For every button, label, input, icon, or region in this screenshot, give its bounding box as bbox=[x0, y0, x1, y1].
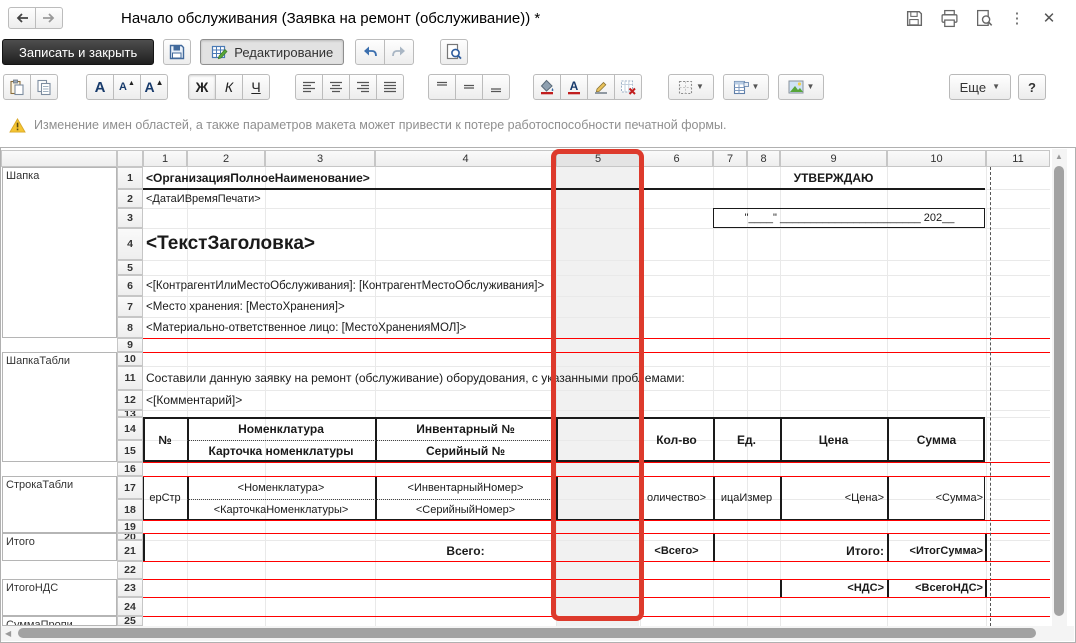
page-break-line bbox=[990, 167, 991, 626]
cell-serial[interactable]: <СерийныйНомер> bbox=[376, 499, 555, 520]
scroll-left-arrow[interactable]: ◀ bbox=[5, 629, 11, 638]
hdr-sum[interactable]: Сумма bbox=[888, 417, 985, 462]
row-header-5[interactable]: 5 bbox=[117, 260, 143, 275]
column-header-9[interactable]: 9 bbox=[780, 150, 887, 167]
section-label-3[interactable]: СтрокаТабли bbox=[2, 476, 117, 533]
row-header-22[interactable]: 22 bbox=[117, 561, 143, 579]
counterparty-line[interactable]: <[КонтрагентИлиМестоОбслуживания]: [Конт… bbox=[144, 275, 779, 296]
black-border-line bbox=[985, 533, 987, 561]
row-header-4[interactable]: 4 bbox=[117, 228, 143, 260]
org-name[interactable]: <ОрганизацияПолноеНаименование> bbox=[144, 167, 779, 189]
cell-nomenclature[interactable]: <Номенклатура> bbox=[188, 476, 374, 499]
vertical-scrollbar[interactable]: ▲ bbox=[1052, 149, 1067, 626]
cell-card[interactable]: <КарточкаНоменклатуры> bbox=[188, 499, 374, 520]
black-border-line bbox=[713, 533, 715, 561]
column-header-2[interactable]: 2 bbox=[187, 150, 265, 167]
hdr-qty[interactable]: Кол-во bbox=[641, 417, 712, 462]
cell-inventory[interactable]: <ИнвентарныйНомер> bbox=[376, 476, 555, 499]
cell-sum[interactable]: <Сумма> bbox=[888, 476, 985, 520]
hdr-serial[interactable]: Серийный № bbox=[376, 440, 555, 462]
grand-total-sum[interactable]: <ИтогСумма> bbox=[888, 540, 985, 561]
section-label-1[interactable]: Шапка bbox=[2, 167, 117, 338]
cell-qty-clipped[interactable]: оличество> bbox=[641, 476, 712, 520]
grid-line bbox=[747, 167, 748, 626]
spreadsheet-area: 1234567891011123456789101112131415161718… bbox=[0, 0, 1076, 643]
responsible-line[interactable]: <Материально-ответственное лицо: [МестоХ… bbox=[144, 317, 779, 338]
row-header-3[interactable]: 3 bbox=[117, 208, 143, 228]
grand-total-label[interactable]: Итого: bbox=[781, 540, 886, 561]
hdr-card[interactable]: Карточка номенклатуры bbox=[188, 440, 374, 462]
row-header-23[interactable]: 23 bbox=[117, 579, 143, 597]
total-label[interactable]: Всего: bbox=[376, 540, 555, 561]
hdr-unit[interactable]: Ед. bbox=[714, 417, 779, 462]
row-header-7[interactable]: 7 bbox=[117, 296, 143, 317]
column-header-6[interactable]: 6 bbox=[640, 150, 713, 167]
row-header-13[interactable]: 13 bbox=[117, 410, 143, 417]
row-header-25[interactable]: 25 bbox=[117, 616, 143, 626]
row-header-12[interactable]: 12 bbox=[117, 390, 143, 410]
row-header-18[interactable]: 18 bbox=[117, 499, 143, 520]
cell-price[interactable]: <Цена> bbox=[781, 476, 886, 520]
black-border-line bbox=[143, 533, 145, 561]
total-qty[interactable]: <Всего> bbox=[641, 540, 712, 561]
sheet-corner[interactable] bbox=[117, 150, 143, 167]
vat-cell[interactable]: <НДС> bbox=[781, 579, 886, 597]
hdr-number[interactable]: № bbox=[144, 417, 186, 462]
scroll-up-arrow[interactable]: ▲ bbox=[1055, 152, 1063, 161]
vertical-scroll-thumb[interactable] bbox=[1054, 166, 1064, 616]
section-label-5[interactable]: ИтогоНДС bbox=[2, 579, 117, 616]
row-header-16[interactable]: 16 bbox=[117, 462, 143, 476]
sheet-corner[interactable] bbox=[1, 150, 117, 167]
row-header-21[interactable]: 21 bbox=[117, 540, 143, 561]
row-header-11[interactable]: 11 bbox=[117, 366, 143, 390]
section-label-4[interactable]: Итого bbox=[2, 533, 117, 561]
column-header-10[interactable]: 10 bbox=[887, 150, 986, 167]
date-blank-line[interactable]: "____" _______________________ 202__ bbox=[714, 208, 985, 228]
cell-unit-clipped[interactable]: ицаИзмер bbox=[714, 476, 779, 520]
row-header-17[interactable]: 17 bbox=[117, 476, 143, 499]
horizontal-scrollbar[interactable]: ◀ bbox=[1, 626, 1074, 641]
row-header-8[interactable]: 8 bbox=[117, 317, 143, 338]
row-header-6[interactable]: 6 bbox=[117, 275, 143, 296]
comment-cell[interactable]: <[Комментарий]> bbox=[144, 390, 555, 410]
request-sentence[interactable]: Составили данную заявку на ремонт (обслу… bbox=[144, 366, 779, 390]
vat-total-cell[interactable]: <ВсегоНДС> bbox=[888, 579, 985, 597]
column-header-1[interactable]: 1 bbox=[143, 150, 187, 167]
row-header-19[interactable]: 19 bbox=[117, 520, 143, 533]
hdr-inventory[interactable]: Инвентарный № bbox=[376, 417, 555, 440]
column-header-4[interactable]: 4 bbox=[375, 150, 556, 167]
storage-line[interactable]: <Место хранения: [МестоХранения]> bbox=[144, 296, 779, 317]
section-label-2[interactable]: ШапкаТабли bbox=[2, 352, 117, 462]
row-header-9[interactable]: 9 bbox=[117, 338, 143, 352]
horizontal-scroll-thumb[interactable] bbox=[18, 628, 1036, 638]
black-border-line bbox=[985, 579, 987, 597]
column-header-7[interactable]: 7 bbox=[713, 150, 747, 167]
column-header-8[interactable]: 8 bbox=[747, 150, 780, 167]
row-header-14[interactable]: 14 bbox=[117, 417, 143, 440]
row-header-15[interactable]: 15 bbox=[117, 440, 143, 462]
approve-label[interactable]: УТВЕРЖДАЮ bbox=[781, 167, 886, 189]
section-label-6[interactable]: СуммаПропи bbox=[2, 616, 117, 626]
print-datetime[interactable]: <ДатаИВремяПечати> bbox=[144, 189, 555, 208]
row-header-10[interactable]: 10 bbox=[117, 352, 143, 366]
row-header-20[interactable]: 20 bbox=[117, 533, 143, 540]
row-number-clipped[interactable]: ерСтр bbox=[144, 476, 186, 520]
row-header-24[interactable]: 24 bbox=[117, 597, 143, 616]
hdr-nomenclature[interactable]: Номенклатура bbox=[188, 417, 374, 440]
column-header-3[interactable]: 3 bbox=[265, 150, 375, 167]
hdr-price[interactable]: Цена bbox=[781, 417, 886, 462]
row-header-2[interactable]: 2 bbox=[117, 189, 143, 208]
column-header-11[interactable]: 11 bbox=[986, 150, 1050, 167]
row-header-1[interactable]: 1 bbox=[117, 167, 143, 189]
template-editor-window: Начало обслуживания (Заявка на ремонт (о… bbox=[0, 0, 1076, 643]
selection-rectangle[interactable] bbox=[551, 149, 644, 621]
